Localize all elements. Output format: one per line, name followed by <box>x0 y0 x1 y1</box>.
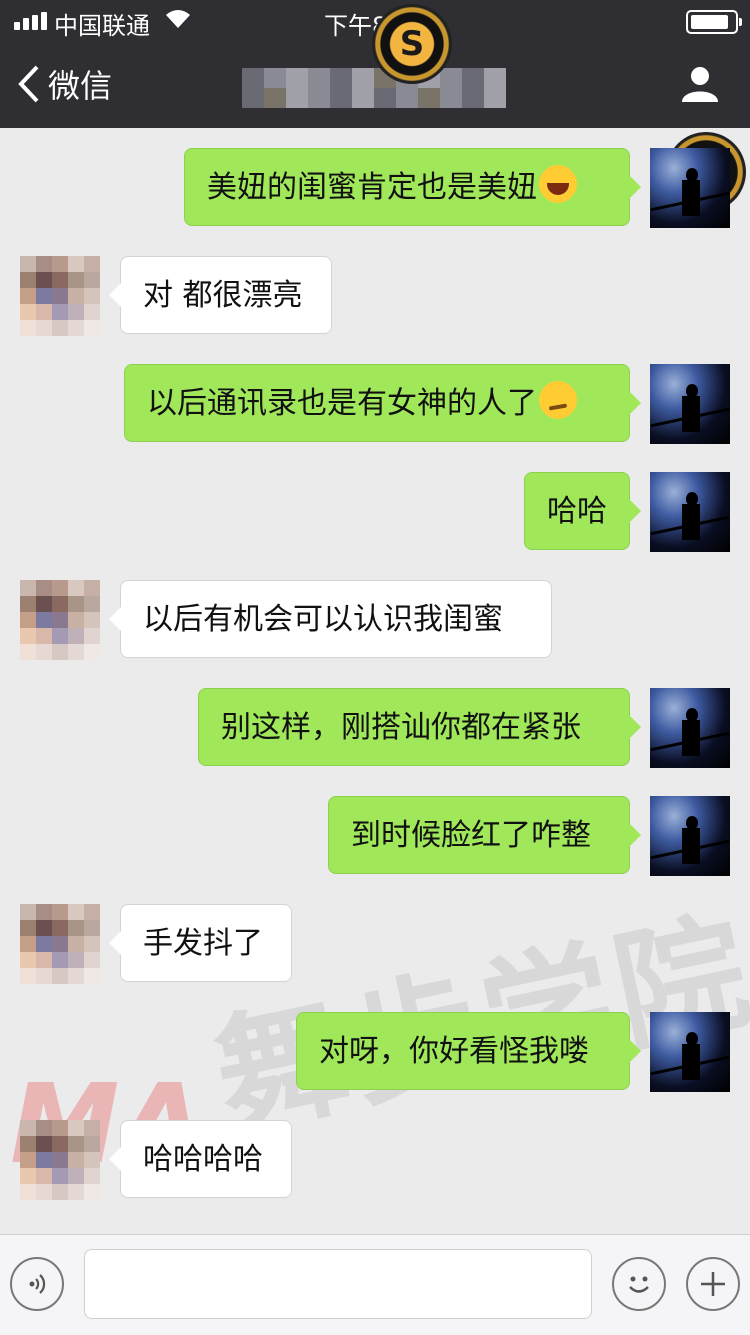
my-avatar[interactable] <box>650 364 730 444</box>
message-bubble[interactable]: 哈哈哈哈 <box>109 1120 292 1198</box>
input-bar <box>0 1234 750 1335</box>
my-avatar[interactable] <box>650 1012 730 1092</box>
contact-avatar[interactable] <box>20 1120 100 1200</box>
brand-logo: S <box>372 4 452 84</box>
message-row: 手发抖了 <box>0 904 750 984</box>
my-avatar[interactable] <box>650 472 730 552</box>
message-row: 对 都很漂亮 <box>0 256 750 336</box>
back-button[interactable]: 微信 <box>18 62 112 106</box>
message-text: 哈哈 <box>547 494 607 529</box>
chat-title-pixelated <box>242 68 506 108</box>
message-bubble[interactable]: 别这样，刚搭讪你都在紧张 <box>198 688 641 766</box>
message-row: 以后通讯录也是有女神的人了 <box>0 364 750 444</box>
message-bubble[interactable]: 美妞的闺蜜肯定也是美妞 <box>184 148 641 226</box>
plus-icon[interactable] <box>686 1257 740 1311</box>
message-text: 对 都很漂亮 <box>143 278 303 313</box>
my-avatar[interactable] <box>650 148 730 228</box>
message-input[interactable] <box>84 1249 592 1319</box>
message-row: 哈哈 <box>0 472 750 552</box>
chevron-left-icon <box>18 65 39 103</box>
smirk-emoji <box>539 381 577 419</box>
message-row: 以后有机会可以认识我闺蜜 <box>0 580 750 660</box>
my-avatar[interactable] <box>650 688 730 768</box>
emoji-icon[interactable] <box>612 1257 666 1311</box>
message-text: 以后通讯录也是有女神的人了 <box>147 386 537 421</box>
contact-avatar[interactable] <box>20 256 100 336</box>
message-bubble[interactable]: 以后有机会可以认识我闺蜜 <box>109 580 552 658</box>
message-row: 哈哈哈哈 <box>0 1120 750 1200</box>
my-avatar[interactable] <box>650 796 730 876</box>
top-bar: 中国联通 下午8:21 微信 <box>0 0 750 128</box>
message-bubble[interactable]: 对 都很漂亮 <box>109 256 332 334</box>
back-label: 微信 <box>48 67 113 105</box>
message-text: 对呀，你好看怪我喽 <box>319 1034 589 1069</box>
message-bubble[interactable]: 以后通讯录也是有女神的人了 <box>124 364 641 442</box>
voice-icon[interactable] <box>10 1257 64 1311</box>
message-row: 美妞的闺蜜肯定也是美妞 <box>0 148 750 228</box>
laugh-cry-emoji <box>539 165 577 203</box>
message-row: 别这样，刚搭讪你都在紧张 <box>0 688 750 768</box>
message-text: 美妞的闺蜜肯定也是美妞 <box>207 170 537 205</box>
message-bubble[interactable]: 到时候脸红了咋整 <box>328 796 641 874</box>
message-bubble[interactable]: 手发抖了 <box>109 904 292 982</box>
message-text: 手发抖了 <box>143 926 263 961</box>
message-text: 以后有机会可以认识我闺蜜 <box>143 602 503 637</box>
message-bubble[interactable]: 对呀，你好看怪我喽 <box>296 1012 641 1090</box>
message-text: 到时候脸红了咋整 <box>351 818 591 853</box>
contact-avatar[interactable] <box>20 580 100 660</box>
battery-icon <box>686 10 742 34</box>
message-row: 对呀，你好看怪我喽 <box>0 1012 750 1092</box>
message-row: 到时候脸红了咋整 <box>0 796 750 876</box>
message-text: 哈哈哈哈 <box>143 1142 263 1177</box>
profile-icon[interactable] <box>680 64 720 104</box>
message-bubble[interactable]: 哈哈 <box>524 472 641 550</box>
contact-avatar[interactable] <box>20 904 100 984</box>
message-text: 别这样，刚搭讪你都在紧张 <box>221 710 581 745</box>
